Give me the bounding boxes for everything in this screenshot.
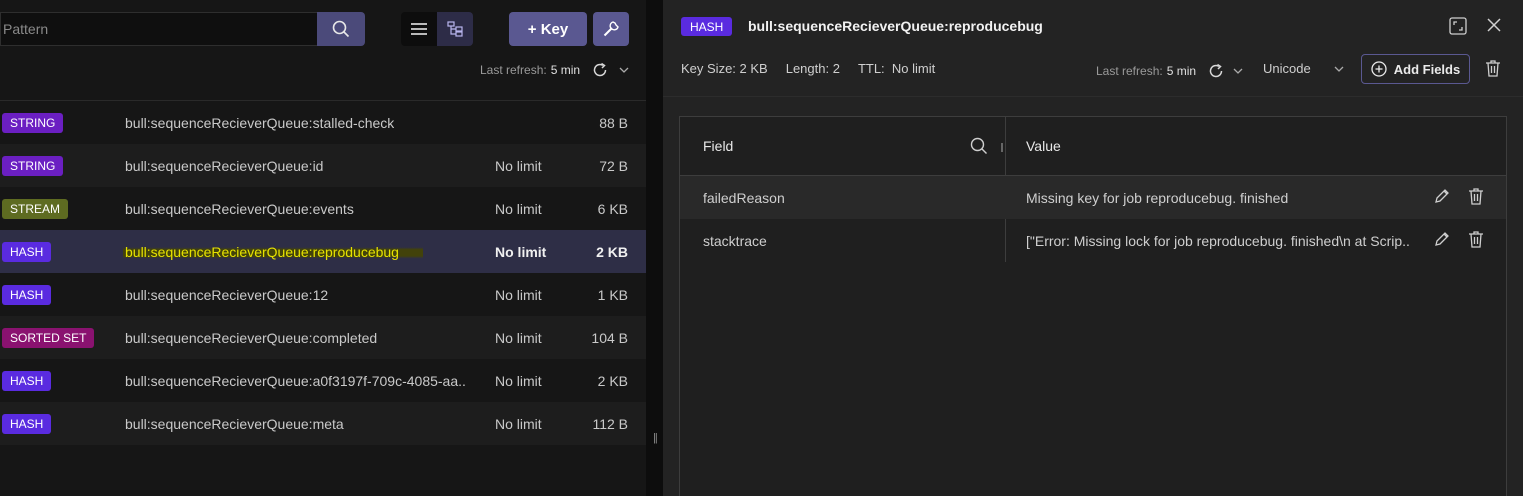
key-size: 104 B [591,329,628,346]
key-size: 112 B [592,415,628,432]
chevron-down-icon [1334,66,1344,72]
refresh-icon[interactable] [1208,63,1224,79]
close-icon[interactable] [1486,17,1502,33]
key-ttl: No limit [495,286,542,303]
key-type-badge: SORTED SET [2,327,95,348]
column-header-value: Value [1026,138,1061,154]
key-name: bull:sequenceRecieverQueue:12 [125,286,329,303]
refresh-icon[interactable] [592,62,608,78]
search-button[interactable] [317,12,365,46]
encoding-value: Unicode [1263,61,1311,76]
key-list-panel: + Key Last refresh: 5 min STRING bull:se… [0,0,646,496]
refresh-value: 5 min [550,63,581,77]
key-type-badge: HASH [2,413,52,434]
refresh-label: Last refresh: [1096,64,1163,78]
key-name: bull:sequenceRecieverQueue:events [125,200,354,217]
key-row[interactable]: SORTED SET bull:sequenceRecieverQueue:co… [0,316,646,359]
key-size: 88 B [599,114,628,131]
field-value: Missing key for job reproducebug. finish… [1026,190,1289,206]
refresh-label: Last refresh: [480,63,547,77]
key-row[interactable]: HASH bull:sequenceRecieverQueue:12 No li… [0,273,646,316]
plus-circle-icon [1371,61,1387,77]
key-ttl: No limit [495,200,542,217]
key-row[interactable]: STRING bull:sequenceRecieverQueue:stalle… [0,101,646,144]
key-name: bull:sequenceRecieverQueue:a0f3197f-709c… [125,372,465,389]
search-icon[interactable] [970,137,988,155]
key-type-badge: STREAM [2,198,69,219]
table-row[interactable]: failedReason Missing key for job reprodu… [680,176,1506,219]
key-meta: Key Size: 2 KB Length: 2 TTL: No limit [681,61,935,76]
key-name: bull:sequenceRecieverQueue:id [125,157,324,174]
hash-fields-table: Field Value failedReason Missing key for… [679,116,1507,496]
list-view-icon [411,23,427,35]
add-key-button[interactable]: + Key [509,12,587,46]
field-name: failedReason [703,190,785,206]
column-header-field[interactable]: Field [703,138,733,154]
key-row-selected[interactable]: HASH bull:sequenceRecieverQueue:reproduc… [0,230,646,273]
field-name: stacktrace [703,233,767,249]
divider [663,96,1523,97]
list-view-button[interactable] [401,12,437,46]
key-size: 72 B [599,157,628,174]
key-ttl: No limit [495,243,547,260]
column-resize-handle[interactable] [1001,143,1003,152]
key-size: 1 KB [597,286,628,303]
key-type-badge: HASH [2,284,52,305]
key-name: bull:sequenceRecieverQueue:reproducebug [123,243,423,260]
add-fields-button[interactable]: Add Fields [1361,54,1470,84]
key-size: 6 KB [597,200,628,217]
key-size-info: Key Size: 2 KB [681,61,768,76]
detail-refresh-info: Last refresh: 5 min [1096,63,1244,79]
workbench-button[interactable] [593,12,629,46]
tree-view-button[interactable] [437,12,473,46]
search-icon [332,20,350,38]
trash-icon[interactable] [1485,60,1501,77]
key-size: 2 KB [596,243,628,260]
encoding-select[interactable]: Unicode [1263,61,1345,76]
key-type-badge: HASH [681,17,733,36]
key-list: STRING bull:sequenceRecieverQueue:stalle… [0,101,646,445]
key-type-badge: STRING [2,155,64,176]
field-value: ["Error: Missing lock for job reproduceb… [1026,233,1411,249]
refresh-value: 5 min [1166,64,1197,78]
key-name: bull:sequenceRecieverQueue:meta [125,415,344,432]
maximize-icon[interactable] [1449,17,1467,35]
key-name: bull:sequenceRecieverQueue:stalled-check [125,114,395,131]
key-type-badge: HASH [2,370,52,391]
key-ttl: No limit [495,415,542,432]
key-row[interactable]: STREAM bull:sequenceRecieverQueue:events… [0,187,646,230]
key-title[interactable]: bull:sequenceRecieverQueue:reproducebug [748,18,1043,34]
key-name: bull:sequenceRecieverQueue:completed [125,329,378,346]
table-row[interactable]: stacktrace ["Error: Missing lock for job… [680,219,1506,262]
add-fields-label: Add Fields [1393,61,1461,77]
key-size: 2 KB [597,372,628,389]
key-row[interactable]: STRING bull:sequenceRecieverQueue:id No … [0,144,646,187]
tree-view-icon [447,21,463,37]
key-ttl: No limit [495,372,542,389]
key-ttl-info[interactable]: TTL: No limit [858,61,935,76]
pencil-icon[interactable] [1434,231,1450,247]
key-row[interactable]: HASH bull:sequenceRecieverQueue:meta No … [0,402,646,445]
list-refresh-info: Last refresh: 5 min [480,62,630,78]
trash-icon[interactable] [1468,231,1484,248]
chevron-down-icon[interactable] [618,64,630,76]
pencil-icon[interactable] [1434,188,1450,204]
key-row[interactable]: HASH bull:sequenceRecieverQueue:a0f3197f… [0,359,646,402]
key-details-panel: HASH bull:sequenceRecieverQueue:reproduc… [663,0,1523,496]
key-type-badge: STRING [2,112,64,133]
table-header: Field Value [680,117,1506,176]
key-ttl: No limit [495,157,542,174]
key-type-badge: HASH [2,241,52,262]
search-input[interactable] [1,13,317,45]
key-ttl: No limit [495,329,542,346]
wrench-icon [603,21,619,37]
search-field[interactable] [0,12,317,46]
key-length-info: Length: 2 [785,61,840,76]
drag-handle-icon[interactable]: || [653,432,658,444]
chevron-down-icon[interactable] [1232,65,1244,77]
trash-icon[interactable] [1468,188,1484,205]
panel-splitter[interactable] [646,0,663,496]
